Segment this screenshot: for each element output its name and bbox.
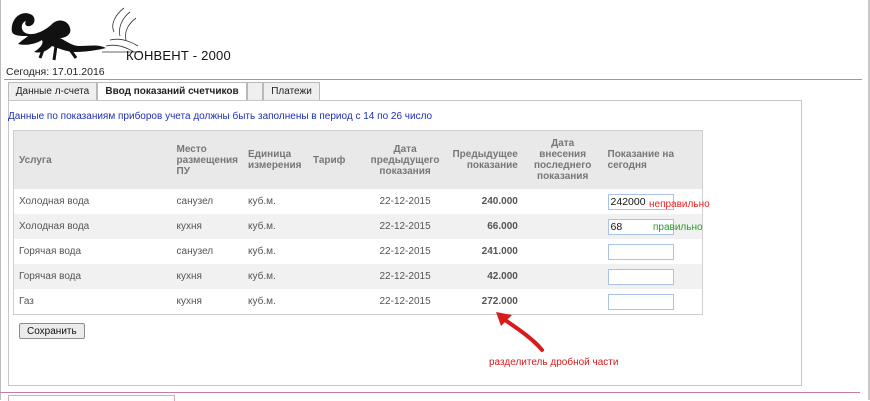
table-header-row: Услуга Место размещения ПУ Единица измер… xyxy=(13,130,703,189)
cell-last-date xyxy=(522,214,603,239)
header-prev-date: Дата предыдущего показания xyxy=(362,130,448,189)
cell-prev-date: 22-12-2015 xyxy=(379,196,431,207)
header-tariff: Тариф xyxy=(307,130,363,189)
cell-tariff xyxy=(308,189,363,214)
cell-prev-date: 22-12-2015 xyxy=(379,296,431,307)
tab-meter-readings[interactable]: Ввод показаний счетчиков xyxy=(97,82,247,101)
cell-last-date xyxy=(523,239,603,264)
separator-annotation: разделитель дробной части xyxy=(489,357,619,368)
table-row: Холодная вода кухня куб.м. 22-12-2015 66… xyxy=(13,214,703,239)
header-prev-value: Предыдущее показание xyxy=(447,130,523,189)
cell-service: Горячая вода xyxy=(13,264,172,289)
cell-today xyxy=(602,264,703,289)
reading-input[interactable] xyxy=(607,243,674,260)
tab-account-data[interactable]: Данные л-счета xyxy=(8,82,97,100)
cell-unit: куб.м. xyxy=(248,196,276,207)
red-arrow-icon xyxy=(496,312,544,352)
today-date: Сегодня: 17.01.2016 xyxy=(6,66,105,78)
cell-location: санузел xyxy=(176,196,214,207)
cell-tariff xyxy=(307,214,363,239)
footer-divider xyxy=(0,392,860,393)
table-row: Газ кухня куб.м. 22-12-2015 272.000 xyxy=(14,289,703,315)
cell-prev-value: 240.000 xyxy=(481,196,518,207)
cell-unit: куб.м. xyxy=(248,296,276,307)
header-today-reading: Показание на сегодня xyxy=(602,130,703,189)
cell-today xyxy=(603,289,703,315)
cell-last-date xyxy=(523,189,603,214)
annotation-wrong: неправильно xyxy=(649,199,710,210)
cell-location: санузел xyxy=(176,246,214,257)
cell-prev-date: 22-12-2015 xyxy=(362,264,448,289)
cell-prev-value: 241.000 xyxy=(481,246,518,257)
cell-service: Горячая вода xyxy=(19,246,82,257)
table-row: Холодная вода санузел куб.м. 22-12-2015 … xyxy=(14,189,703,214)
table-row: Горячая вода санузел куб.м. 22-12-2015 2… xyxy=(14,239,703,264)
header-divider xyxy=(4,79,862,80)
cell-location: кухня xyxy=(171,264,243,289)
reading-input[interactable] xyxy=(607,268,674,285)
header-unit: Единица измерения xyxy=(243,130,308,189)
footer-tab xyxy=(8,395,175,401)
header-location: Место размещения ПУ xyxy=(171,130,243,189)
window-left-border xyxy=(0,0,1,400)
cell-service: Холодная вода xyxy=(13,214,172,239)
header-service: Услуга xyxy=(13,130,172,189)
cell-prev-date: 22-12-2015 xyxy=(362,214,448,239)
brand-name: КОНВЕНТ - 2000 xyxy=(126,48,231,63)
header-last-date: Дата внесения последнего показания xyxy=(522,130,603,189)
tab-blank[interactable] xyxy=(247,82,263,100)
cell-service: Газ xyxy=(19,296,34,307)
cell-service: Холодная вода xyxy=(19,196,90,207)
annotation-right: правильно xyxy=(653,222,703,233)
cell-today xyxy=(603,239,703,264)
cell-location: кухня xyxy=(176,296,202,307)
cell-unit: куб.м. xyxy=(243,214,308,239)
cell-tariff xyxy=(307,264,363,289)
meter-readings-table: Услуга Место размещения ПУ Единица измер… xyxy=(13,130,703,315)
table-row: Горячая вода кухня куб.м. 22-12-2015 42.… xyxy=(13,264,703,289)
cell-tariff xyxy=(308,239,363,264)
period-notice: Данные по показаниям приборов учета долж… xyxy=(8,111,433,122)
cell-prev-value: 42.000 xyxy=(447,264,523,289)
cell-unit: куб.м. xyxy=(243,264,308,289)
cell-location: кухня xyxy=(171,214,243,239)
tab-payments[interactable]: Платежи xyxy=(263,82,320,100)
cell-prev-value: 66.000 xyxy=(447,214,523,239)
save-button[interactable]: Сохранить xyxy=(19,323,85,339)
cell-tariff xyxy=(308,289,363,315)
cell-last-date xyxy=(522,264,603,289)
lizard-logo xyxy=(11,7,142,61)
reading-input[interactable] xyxy=(607,293,674,310)
cell-prev-date: 22-12-2015 xyxy=(379,246,431,257)
cell-unit: куб.м. xyxy=(248,246,276,257)
